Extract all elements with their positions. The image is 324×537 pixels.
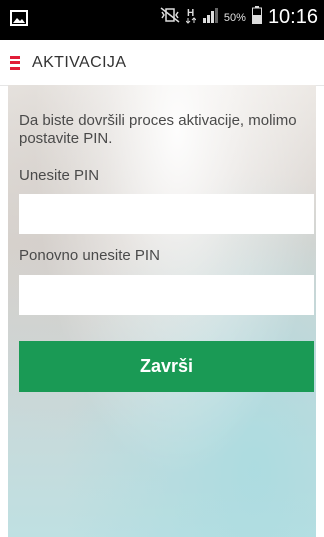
battery-icon [251,6,262,29]
svg-text:H: H [187,8,194,19]
finish-button[interactable]: Završi [19,341,314,392]
pin-label: Unesite PIN [19,167,100,184]
status-bar: H 50% 10:16 [0,0,324,40]
page-title: AKTIVACIJA [32,53,127,71]
pin-confirm-input[interactable] [19,275,314,315]
pin-confirm-label: Ponovno unesite PIN [19,247,160,264]
signal-icon [202,7,218,28]
intro-text: Da biste dovršili proces aktivacije, mol… [19,112,297,147]
image-icon [10,10,28,31]
hplus-data-icon: H [185,6,197,29]
clock: 10:16 [267,6,318,28]
activation-form: Da biste dovršili proces aktivacije, mol… [8,85,316,537]
battery-percent: 50% [223,11,246,24]
app-bar: AKTIVACIJA [0,40,324,86]
menu-icon[interactable] [10,55,22,70]
pin-input[interactable] [19,194,314,234]
mute-vibrate-icon [160,7,180,28]
